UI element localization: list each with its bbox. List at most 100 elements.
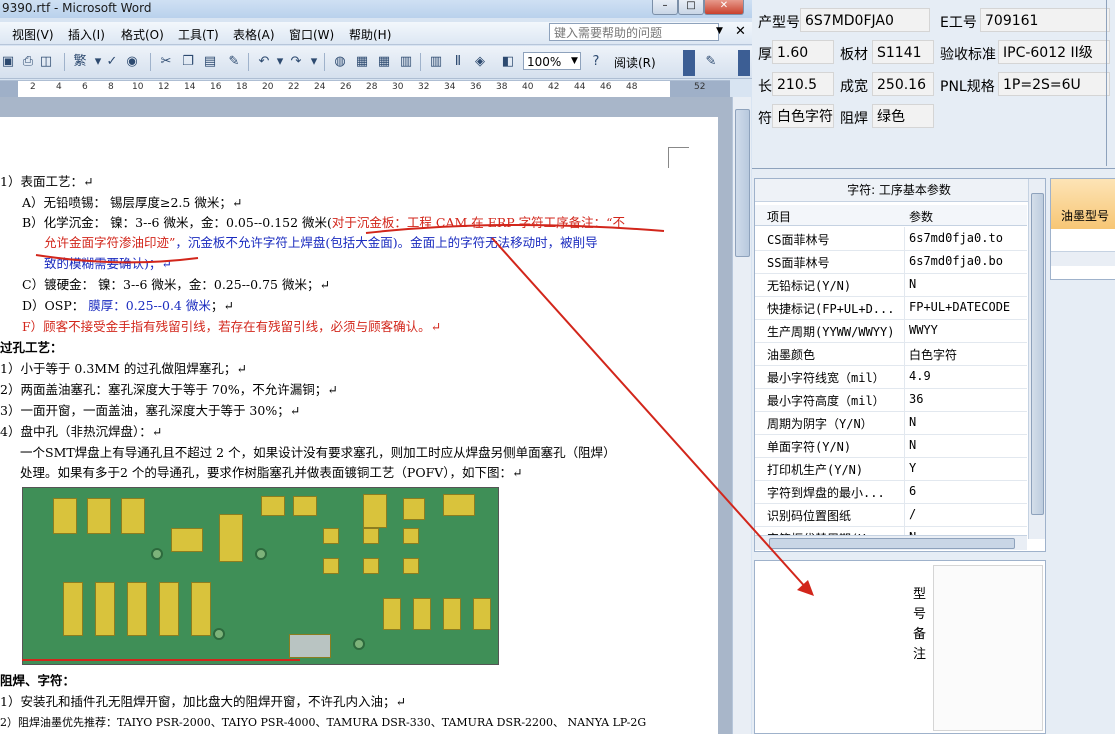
doc-line: 2）两面盖油塞孔：塞孔深度大于等于 70%，不允许漏铜；↵ — [0, 382, 338, 397]
horizontal-ruler[interactable]: 2 4 6 8 10 12 14 16 18 20 22 24 26 28 30… — [0, 80, 730, 98]
open-icon[interactable]: ▣ — [0, 54, 16, 70]
redo-dropdown-icon[interactable]: ▾ — [306, 54, 322, 70]
zoom-dropdown-icon[interactable]: ▼ — [571, 56, 578, 66]
param-panel-title: 字符: 工序基本参数 — [755, 179, 1043, 202]
close-document-icon[interactable]: ✕ — [735, 24, 746, 39]
document-page[interactable]: 1）表面工艺：↵ A）无铅喷锡： 锡层厚度≥2.5 微米；↵ B）化学沉金： 镍… — [0, 117, 718, 734]
undo-dropdown-icon[interactable]: ▾ — [272, 54, 288, 70]
param-name: 周期为阴字（Y/N） — [767, 417, 873, 431]
field-board-material[interactable]: S1141 — [872, 40, 934, 64]
reading-layout-button[interactable]: 阅读(R) — [614, 54, 656, 71]
insert-excel-icon[interactable]: ▥ — [398, 54, 414, 70]
format-painter-icon[interactable]: ✎ — [226, 54, 242, 70]
param-row[interactable]: 最小字符高度（mil） 36 — [755, 388, 1027, 412]
doc-line: 4）盘中孔（非热沉焊盘）：↵ — [0, 424, 163, 439]
param-horizontal-scrollbar[interactable] — [755, 535, 1027, 550]
menu-insert[interactable]: 插入(I) — [68, 26, 105, 43]
param-name: 单面字符(Y/N) — [767, 440, 852, 454]
doc-line: 致的模糊需要确认)；↵ — [44, 256, 172, 271]
drawing-icon[interactable]: Ⅱ — [450, 54, 466, 70]
menu-format[interactable]: 格式(O) — [121, 26, 164, 43]
pcb-photo[interactable] — [22, 487, 499, 665]
undo-icon[interactable]: ↶ — [256, 54, 272, 70]
insert-table-icon[interactable]: ▦ — [376, 54, 392, 70]
param-name: 生产周期(YYWW/WWYY) — [767, 325, 895, 339]
param-row[interactable]: 油墨颜色 白色字符 — [755, 342, 1027, 366]
param-row[interactable]: CS面菲林号 6s7md0fja0.to — [755, 227, 1027, 251]
copy-icon[interactable]: ❐ — [180, 54, 196, 70]
field-product-model[interactable]: 6S7MD0FJA0 — [800, 8, 930, 32]
document-area[interactable]: 1）表面工艺：↵ A）无铅喷锡： 锡层厚度≥2.5 微米；↵ B）化学沉金： 镍… — [0, 97, 732, 734]
menu-view[interactable]: 视图(V) — [12, 26, 54, 43]
field-thickness[interactable]: 1.60 — [772, 40, 834, 64]
word-title-bar[interactable]: 9390.rtf - Microsoft Word – □ ✕ — [0, 0, 752, 18]
field-solder-mask[interactable]: 绿色 — [872, 104, 934, 128]
field-pnl-spec[interactable]: 1P=2S=6U — [998, 72, 1110, 96]
param-row[interactable]: 打印机生产(Y/N) Y — [755, 457, 1027, 481]
menu-help[interactable]: 帮助(H) — [349, 26, 391, 43]
traditional-chinese-icon[interactable]: 繁 — [72, 54, 88, 70]
model-note-field[interactable] — [933, 565, 1043, 731]
spelling-icon[interactable]: ✓ — [104, 54, 120, 70]
doc-line: D）OSP： — [22, 298, 89, 313]
label-thickness: 厚 — [758, 47, 772, 63]
field-acceptance-standard[interactable]: IPC-6012 II级 — [998, 40, 1110, 64]
tables-borders-icon[interactable]: ▦ — [354, 54, 370, 70]
doc-heading: 过孔工艺： — [0, 340, 63, 355]
col-param[interactable]: 参数 — [909, 208, 933, 225]
hyperlink-icon[interactable]: ◍ — [332, 54, 348, 70]
menu-tools[interactable]: 工具(T) — [178, 26, 219, 43]
maximize-button[interactable]: □ — [678, 0, 704, 15]
print-icon[interactable]: ⎙ — [20, 54, 36, 70]
param-row[interactable]: 无铅标记(Y/N) N — [755, 273, 1027, 297]
param-row[interactable]: 单面字符(Y/N) N — [755, 434, 1027, 458]
ink-type-label[interactable]: 油墨型号 — [1061, 207, 1109, 224]
doc-line: 1）安装孔和插件孔无阻焊开窗，加比盘大的阻焊开窗，不许孔内入油；↵ — [0, 694, 406, 709]
menu-window[interactable]: 窗口(W) — [289, 26, 334, 43]
param-row[interactable]: 生产周期(YYWW/WWYY) WWYY — [755, 319, 1027, 343]
close-window-button[interactable]: ✕ — [704, 0, 744, 15]
field-character-color[interactable]: 白色字符 — [772, 104, 834, 128]
show-hide-icon[interactable]: ◧ — [500, 54, 516, 70]
highlight-icon[interactable]: ✎ — [703, 54, 719, 70]
print-preview-icon[interactable]: ◫ — [38, 54, 54, 70]
help-icon[interactable]: ? — [588, 54, 604, 70]
research-icon[interactable]: ◉ — [124, 54, 140, 70]
doc-line: 一个SMT焊盘上有导通孔且不超过 2 个，如果设计没有要求塞孔，则加工时应从焊盘… — [20, 445, 616, 460]
field-e-number[interactable]: 709161 — [980, 8, 1110, 32]
ink-horizontal-scrollbar[interactable] — [1051, 251, 1115, 266]
doc-heading: 阻焊、字符： — [0, 673, 76, 688]
chevron-down-icon[interactable]: ▼ — [716, 26, 723, 36]
param-row[interactable]: SS面菲林号 6s7md0fja0.bo — [755, 250, 1027, 274]
param-row[interactable]: 字符到焊盘的最小... 6 — [755, 480, 1027, 504]
document-map-icon[interactable]: ◈ — [472, 54, 488, 70]
param-vertical-scrollbar[interactable] — [1028, 179, 1045, 539]
vertical-scrollbar[interactable] — [732, 97, 751, 734]
scrollbar-thumb[interactable] — [769, 538, 1015, 549]
toolbar-options-handle-2[interactable] — [738, 50, 750, 76]
param-value: N — [909, 438, 917, 452]
label-finished-width: 成宽 — [840, 79, 868, 95]
doc-line: 3）一面开窗，一面盖油，塞孔深度大于等于 30%；↵ — [0, 403, 301, 418]
menu-table[interactable]: 表格(A) — [233, 26, 275, 43]
param-row[interactable]: 最小字符线宽（mil） 4.9 — [755, 365, 1027, 389]
help-search-input[interactable]: 键入需要帮助的问题 — [549, 23, 719, 41]
columns-icon[interactable]: ▥ — [428, 54, 444, 70]
param-row[interactable]: 周期为阴字（Y/N） N — [755, 411, 1027, 435]
field-length[interactable]: 210.5 — [772, 72, 834, 96]
param-value: FP+UL+DATECODE — [909, 300, 1011, 314]
col-item[interactable]: 项目 — [767, 208, 791, 225]
cut-icon[interactable]: ✂ — [158, 54, 174, 70]
redo-icon[interactable]: ↷ — [288, 54, 304, 70]
doc-line: B）化学沉金： 镍：3--6 微米，金：0.05--0.152 微米( — [22, 215, 332, 230]
param-value: 6s7md0fja0.bo — [909, 254, 1003, 268]
param-row[interactable]: 快捷标记(FP+UL+D... FP+UL+DATECODE — [755, 296, 1027, 320]
paste-icon[interactable]: ▤ — [202, 54, 218, 70]
param-row[interactable]: 识别码位置图纸 / — [755, 503, 1027, 527]
label-character: 符 — [758, 111, 772, 127]
scrollbar-thumb[interactable] — [1031, 193, 1044, 515]
toolbar-options-handle[interactable] — [683, 50, 695, 76]
minimize-button[interactable]: – — [652, 0, 678, 15]
field-finished-width[interactable]: 250.16 — [872, 72, 934, 96]
scrollbar-thumb[interactable] — [735, 109, 750, 257]
